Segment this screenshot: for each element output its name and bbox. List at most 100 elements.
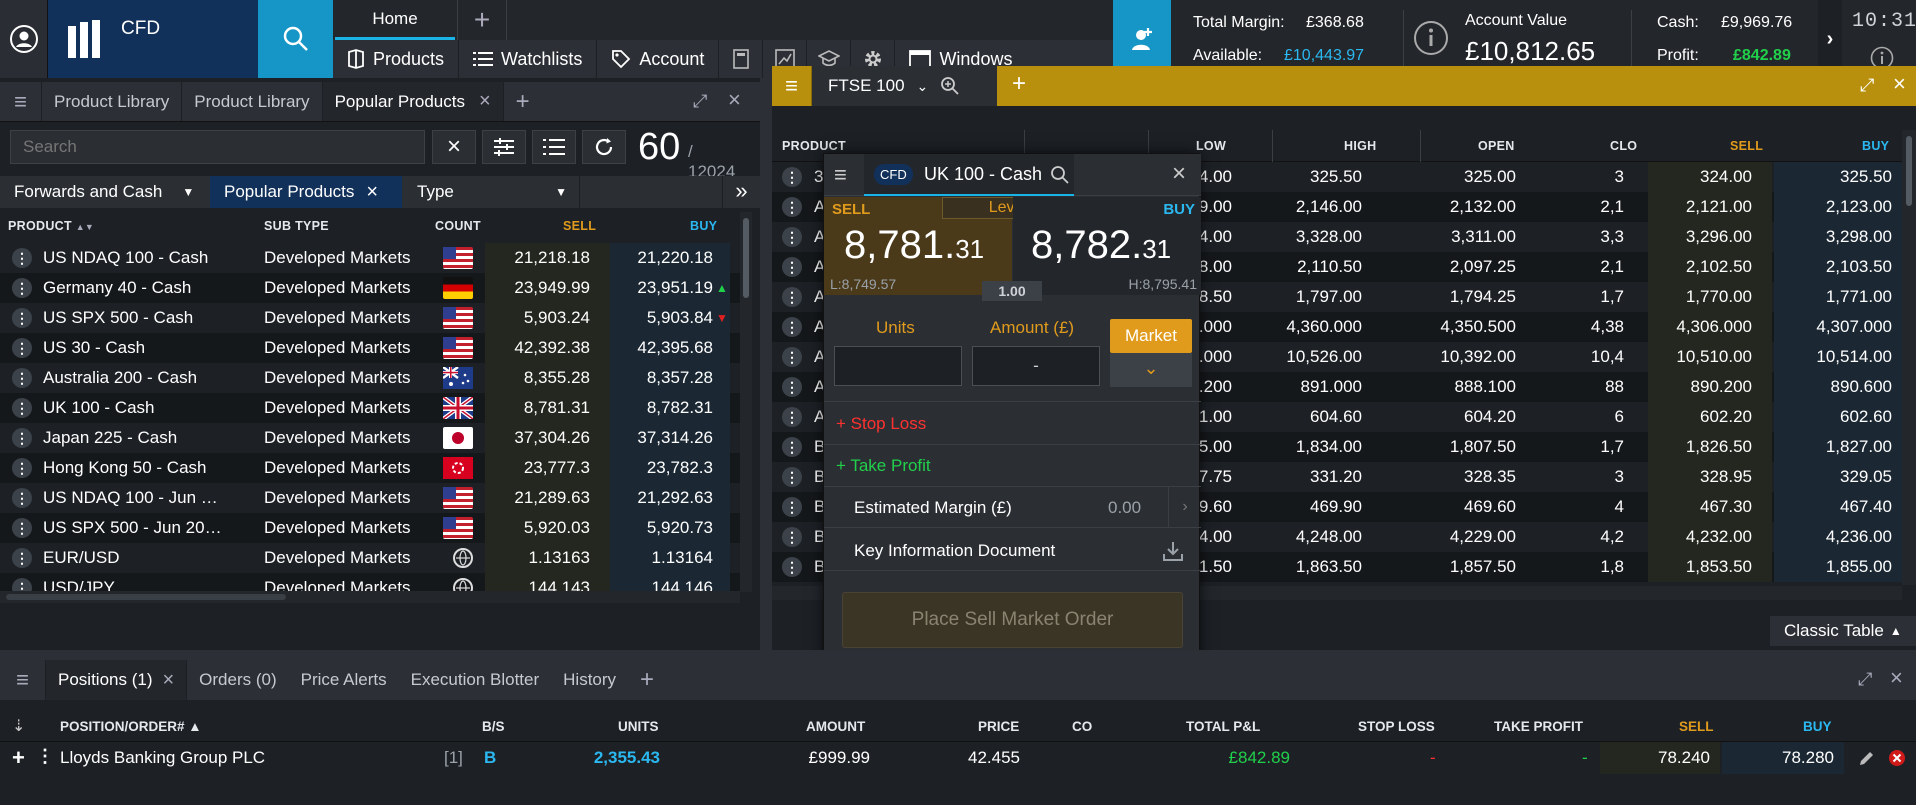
buy-price[interactable]: 1.13164 (610, 548, 713, 568)
close-icon[interactable]: × (162, 669, 174, 692)
ftse-buy[interactable]: 10,514.00 (1782, 347, 1892, 367)
units-input[interactable] (834, 346, 962, 386)
product-row[interactable]: ⋮ USD/JPY Developed Markets 144.143 144.146 (0, 573, 740, 591)
products-vertical-scrollbar[interactable] (740, 212, 752, 592)
row-menu-icon[interactable]: ⋮ (12, 428, 32, 448)
list-view-button[interactable] (532, 130, 576, 164)
buy-price[interactable]: 8,782.31 (610, 398, 713, 418)
close-icon[interactable]: × (479, 90, 491, 113)
ftse-buy[interactable]: 4,236.00 (1782, 527, 1892, 547)
sell-price[interactable]: 23,777.3 (485, 458, 590, 478)
row-menu-icon[interactable]: ⋮ (12, 278, 32, 298)
col-total-pnl[interactable]: TOTAL P&L (1186, 719, 1260, 734)
row-menu-icon[interactable]: ⋮ (782, 167, 802, 187)
tab-popular-products[interactable]: Popular Products × (322, 82, 504, 121)
buy-price[interactable]: 37,314.26 (610, 428, 713, 448)
global-search-button[interactable] (258, 0, 333, 78)
row-menu-icon[interactable]: ⋮ (12, 458, 32, 478)
pop-out-icon[interactable]: ⤢ (1860, 75, 1874, 96)
tab-orders[interactable]: Orders (0) (187, 660, 288, 700)
ftse-buy[interactable]: 467.40 (1782, 497, 1892, 517)
close-position-icon[interactable] (1888, 749, 1906, 767)
row-menu-icon[interactable]: ⋮ (782, 557, 802, 577)
sell-price[interactable]: 144.143 (485, 578, 590, 591)
row-menu-icon[interactable]: ⋮ (782, 317, 802, 337)
row-menu-icon[interactable]: ⋮ (782, 197, 802, 217)
amount-input[interactable]: - (972, 346, 1100, 386)
type-dropdown[interactable]: Type ▼ (405, 176, 580, 208)
products-horizontal-scrollbar[interactable] (0, 591, 740, 603)
product-row[interactable]: ⋮ US NDAQ 100 - Jun … Developed Markets 21,… (0, 483, 740, 513)
row-menu-icon[interactable]: ⋮ (12, 248, 32, 268)
product-row[interactable]: ⋮ Australia 200 - Cash Developed Markets 8,… (0, 363, 740, 393)
row-menu-icon[interactable]: ⋮ (782, 437, 802, 457)
calculator-button[interactable] (719, 40, 764, 78)
sell-price[interactable]: 8,355.28 (485, 368, 590, 388)
product-row[interactable]: ⋮ US 30 - Cash Developed Markets 42,392.38 4… (0, 333, 740, 363)
kid-row[interactable]: Key Information Document (824, 528, 1201, 570)
add-tab-button[interactable]: + (457, 0, 507, 40)
row-menu-icon[interactable]: ⋮ (12, 488, 32, 508)
ftse-buy[interactable]: 4,307.000 (1782, 317, 1892, 337)
ftse-sell[interactable]: 602.20 (1652, 407, 1752, 427)
ftse-sell[interactable]: 328.95 (1652, 467, 1752, 487)
sell-price[interactable]: 23,949.99 (485, 278, 590, 298)
row-menu-icon[interactable]: ⋮ (782, 467, 802, 487)
menu-products[interactable]: Products (333, 40, 460, 78)
col-low[interactable]: LOW (1196, 139, 1226, 153)
row-menu-icon[interactable]: ⋮ (782, 257, 802, 277)
sell-price[interactable]: 5,920.03 (485, 518, 590, 538)
refresh-button[interactable] (582, 130, 626, 164)
col-product[interactable]: PRODUCT (782, 139, 846, 153)
buy-price[interactable]: 8,357.28 (610, 368, 713, 388)
ftse-sell[interactable]: 1,826.50 (1652, 437, 1752, 457)
add-stop-loss-link[interactable]: + Stop Loss (836, 414, 926, 434)
ftse-vertical-scrollbar[interactable] (1902, 130, 1916, 585)
ftse-buy[interactable]: 2,123.00 (1782, 197, 1892, 217)
add-tab-button[interactable]: + (1012, 70, 1026, 98)
forwards-cash-dropdown[interactable]: Forwards and Cash ▼ (0, 176, 210, 208)
product-row[interactable]: ⋮ UK 100 - Cash Developed Markets 8,781.31 8… (0, 393, 740, 423)
product-row[interactable]: ⋮ Germany 40 - Cash Developed Markets 23,94… (0, 273, 740, 303)
hamburger-icon[interactable]: ≡ (834, 162, 847, 188)
product-row[interactable]: ⋮ Hong Kong 50 - Cash Developed Markets 23,… (0, 453, 740, 483)
ftse-buy[interactable]: 1,827.00 (1782, 437, 1892, 457)
filter-settings-button[interactable] (482, 130, 526, 164)
product-row[interactable]: ⋮ US NDAQ 100 - Cash Developed Markets 21,2… (0, 243, 740, 273)
zoom-icon[interactable] (940, 76, 960, 96)
col-sell[interactable]: SELL (563, 219, 596, 233)
row-menu-icon[interactable]: ⋮ (36, 746, 54, 767)
search-icon[interactable] (1050, 165, 1070, 185)
edit-icon[interactable] (1858, 749, 1876, 767)
row-menu-icon[interactable]: ⋮ (12, 338, 32, 358)
panel-menu-button[interactable]: ≡ (0, 660, 46, 700)
col-close[interactable]: CLO (1610, 139, 1637, 153)
buy-price[interactable]: 144.146 (610, 578, 713, 591)
close-icon[interactable]: × (366, 181, 378, 204)
product-row[interactable]: ⋮ Japan 225 - Cash Developed Markets 37,304… (0, 423, 740, 453)
ftse-buy[interactable]: 1,771.00 (1782, 287, 1892, 307)
sell-price[interactable]: 21,218.18 (485, 248, 590, 268)
ftse-buy[interactable]: 1,855.00 (1782, 557, 1892, 577)
ftse-sell[interactable]: 467.30 (1652, 497, 1752, 517)
add-tab-button[interactable]: + (628, 660, 666, 700)
product-row[interactable]: ⋮ US SPX 500 - Jun 20… Developed Markets 5,… (0, 513, 740, 543)
ftse-sell[interactable]: 3,296.00 (1652, 227, 1752, 247)
col-subtype[interactable]: SUB TYPE (264, 219, 329, 233)
menu-account[interactable]: Account (597, 40, 720, 78)
info-icon[interactable] (1413, 20, 1449, 56)
add-tab-button[interactable]: + (504, 82, 542, 121)
ftse-sell[interactable]: 324.00 (1652, 167, 1752, 187)
row-menu-icon[interactable]: ⋮ (12, 578, 32, 591)
sell-price[interactable]: 21,289.63 (485, 488, 590, 508)
tab-product-library-1[interactable]: Product Library (42, 82, 183, 121)
add-take-profit-link[interactable]: + Take Profit (836, 456, 931, 476)
clear-search-button[interactable]: × (432, 130, 476, 164)
close-panel-icon[interactable]: × (728, 87, 741, 113)
ftse-buy[interactable]: 325.50 (1782, 167, 1892, 187)
buy-price[interactable]: 5,903.84 (610, 308, 713, 328)
tab-ftse100[interactable]: FTSE 100 ⌄ (812, 66, 997, 106)
ftse-sell[interactable]: 10,510.00 (1652, 347, 1752, 367)
popular-products-filter[interactable]: Popular Products × (210, 176, 402, 208)
ftse-buy[interactable]: 890.600 (1782, 377, 1892, 397)
